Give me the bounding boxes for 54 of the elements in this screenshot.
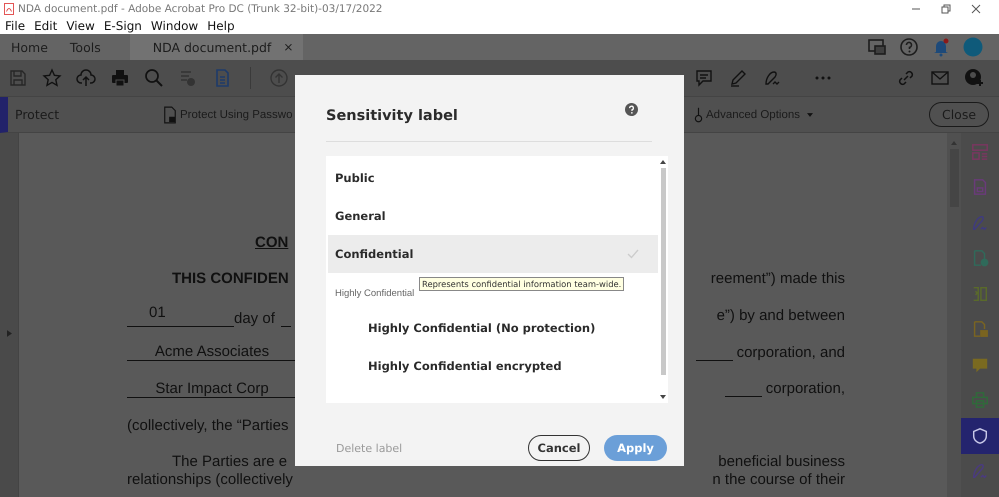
dialog-title: Sensitivity label — [326, 108, 458, 124]
save-icon[interactable] — [8, 68, 28, 88]
pen-icon[interactable] — [728, 68, 748, 88]
locked-document-icon — [163, 106, 177, 124]
cancel-button[interactable]: Cancel — [528, 435, 590, 461]
tab[interactable]: NDA document.pdf × — [130, 34, 304, 60]
scrollbar-thumb[interactable] — [660, 168, 666, 375]
document-text: corporation, — [766, 380, 845, 398]
avatar-icon[interactable] — [963, 37, 983, 57]
share-screen-icon[interactable] — [867, 37, 887, 57]
checkmark-icon — [627, 249, 639, 259]
label-option[interactable]: Public — [328, 159, 658, 197]
star-icon[interactable] — [42, 68, 62, 88]
document-text: reement”) made this — [710, 270, 845, 288]
menu-item[interactable]: View — [66, 18, 95, 32]
protect-tool-icon[interactable] — [961, 418, 999, 454]
add-user-icon[interactable] — [964, 68, 984, 88]
search-icon[interactable] — [144, 68, 164, 88]
label-option[interactable]: Highly Confidential (No protection) — [328, 309, 658, 347]
caret-icon — [807, 112, 813, 116]
document-text: THIS CONFIDEN — [172, 270, 289, 288]
scroll-down-icon[interactable] — [660, 395, 666, 399]
menu-item[interactable]: Window — [150, 18, 198, 32]
document-text: n the course of their — [712, 471, 845, 488]
comment-icon[interactable] — [694, 68, 714, 88]
label-option[interactable]: Highly Confidential — [328, 273, 414, 309]
label-option[interactable]: Highly Confidential encrypted — [328, 347, 658, 385]
document-text: relationships (collectively — [127, 471, 293, 488]
print-icon[interactable] — [110, 68, 130, 88]
document-text: 01 — [127, 304, 234, 327]
close-icon[interactable] — [971, 4, 981, 14]
menu-item[interactable]: E-Sign — [104, 18, 142, 32]
document-text: The Parties are e — [172, 453, 288, 470]
label-option[interactable]: Confidential — [328, 235, 658, 273]
help-icon[interactable] — [625, 102, 638, 116]
link-icon[interactable] — [896, 68, 916, 88]
label-option[interactable]: General — [328, 197, 658, 235]
help-icon[interactable] — [899, 37, 919, 57]
document-text: corporation, and — [736, 344, 845, 361]
document-text: day of — [234, 310, 275, 327]
scroll-up-icon[interactable] — [660, 160, 666, 164]
cloud-upload-icon[interactable] — [76, 68, 96, 88]
document-text: beneficial business — [718, 453, 845, 470]
document-text: (collectively, the “Parties — [127, 416, 288, 434]
expand-icon[interactable] — [6, 330, 12, 336]
menu-item[interactable]: File — [5, 18, 26, 32]
restore-icon[interactable] — [941, 4, 951, 14]
tooltip: Represents confidential information team-wide. — [419, 277, 624, 291]
document-text: e”) by and between — [716, 306, 845, 324]
menu-item[interactable]: Help — [207, 18, 235, 32]
window-title: NDA document.pdf - Adobe Acrobat Pro DC (Trunk 32-bit)-03/17/2022 — [18, 2, 382, 14]
menu-item[interactable]: Edit — [34, 18, 58, 32]
pdf-file-icon — [4, 2, 14, 14]
document-text: CON — [255, 234, 288, 251]
